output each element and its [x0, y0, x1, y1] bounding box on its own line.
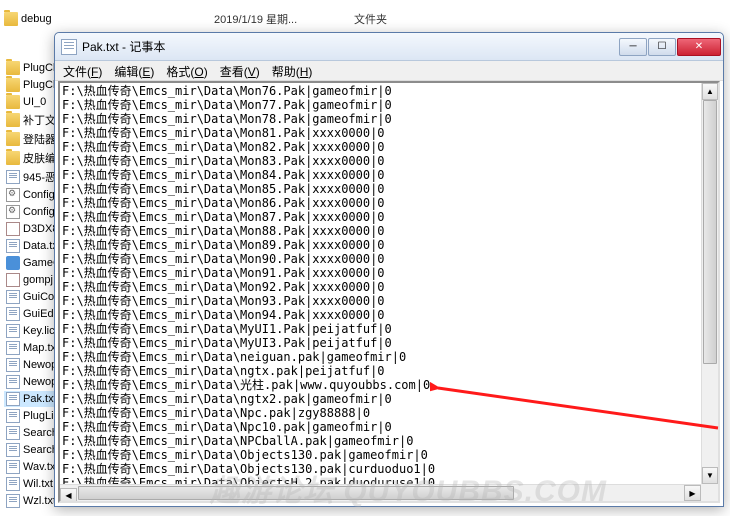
scroll-corner [701, 484, 718, 501]
file-name: GuiCor [23, 291, 58, 303]
file-name: Config. [23, 206, 58, 218]
menu-h[interactable]: 帮助(H) [266, 61, 319, 80]
text-content[interactable]: F:\热血传奇\Emcs_mir\Data\Mon76.Pak|gameofmi… [60, 83, 718, 501]
dll-icon [6, 273, 20, 287]
vertical-scrollbar[interactable]: ▲ ▼ [701, 83, 718, 484]
scroll-down-button[interactable]: ▼ [702, 467, 718, 484]
menu-e[interactable]: 编辑(E) [108, 61, 160, 80]
file-name: Newop [23, 376, 57, 388]
dll-icon [6, 222, 20, 236]
horizontal-scrollbar[interactable]: ◀ ▶ [60, 484, 701, 501]
ini-icon [6, 205, 20, 219]
txt-icon [6, 290, 20, 304]
vscroll-thumb[interactable] [703, 100, 717, 364]
txt-icon [6, 324, 20, 338]
file-name: PlugCli [23, 62, 58, 74]
close-button[interactable]: ✕ [677, 38, 721, 56]
txt-icon [6, 426, 20, 440]
file-name: PlugCli [23, 79, 58, 91]
file-name: Wil.txt [23, 478, 53, 490]
file-name: gompj [23, 274, 53, 286]
scroll-left-button[interactable]: ◀ [60, 488, 77, 504]
file-name: Config. [23, 189, 58, 201]
menubar: 文件(F)编辑(E)格式(O)查看(V)帮助(H) [55, 61, 723, 81]
folder-icon [6, 132, 20, 146]
txt-icon [6, 307, 20, 321]
window-title: Pak.txt - 记事本 [82, 38, 619, 55]
file-name: Key.lic [23, 325, 55, 337]
bg-file-type: 文件夹 [354, 11, 387, 27]
file-name: 登陆器 [23, 131, 56, 147]
txt-icon [6, 392, 20, 406]
bg-file-name: debug [21, 13, 52, 25]
file-name: UI_0 [23, 96, 46, 108]
folder-icon [6, 78, 20, 92]
ini-icon [6, 188, 20, 202]
txt-icon [6, 477, 20, 491]
file-name: Search [23, 444, 58, 456]
file-name: Map.tx [23, 342, 56, 354]
folder-icon [6, 151, 20, 165]
notepad-icon [61, 39, 77, 55]
exe-icon [6, 256, 20, 270]
file-name: Newop [23, 359, 57, 371]
file-name: 945-恶 [23, 169, 56, 185]
scroll-up-button[interactable]: ▲ [702, 83, 718, 100]
bg-file-row[interactable]: debug 2019/1/19 星期... 文件夹 [4, 10, 726, 28]
txt-icon [6, 341, 20, 355]
file-name: Pak.txt [23, 393, 57, 405]
menu-v[interactable]: 查看(V) [214, 61, 266, 80]
scroll-right-button[interactable]: ▶ [684, 485, 701, 501]
txt-icon [6, 409, 20, 423]
txt-icon [6, 239, 20, 253]
folder-icon [4, 12, 18, 26]
file-name: Data.tx [23, 240, 58, 252]
txt-icon [6, 375, 20, 389]
titlebar[interactable]: Pak.txt - 记事本 ─ ☐ ✕ [55, 33, 723, 61]
menu-f[interactable]: 文件(F) [57, 61, 108, 80]
menu-o[interactable]: 格式(O) [160, 61, 213, 80]
folder-icon [6, 61, 20, 75]
txt-icon [6, 170, 20, 184]
txt-icon [6, 460, 20, 474]
file-name: 皮肤编 [23, 150, 56, 166]
file-name: 补丁文 [23, 112, 56, 128]
txt-icon [6, 443, 20, 457]
hscroll-thumb[interactable] [78, 486, 514, 500]
folder-icon [6, 113, 20, 127]
txt-icon [6, 358, 20, 372]
file-name: Search [23, 427, 58, 439]
minimize-button[interactable]: ─ [619, 38, 647, 56]
text-area-wrap: F:\热血传奇\Emcs_mir\Data\Mon76.Pak|gameofmi… [58, 81, 720, 503]
bg-file-date: 2019/1/19 星期... [214, 11, 354, 27]
maximize-button[interactable]: ☐ [648, 38, 676, 56]
notepad-window: Pak.txt - 记事本 ─ ☐ ✕ 文件(F)编辑(E)格式(O)查看(V)… [54, 32, 724, 507]
folder-icon [6, 95, 20, 109]
